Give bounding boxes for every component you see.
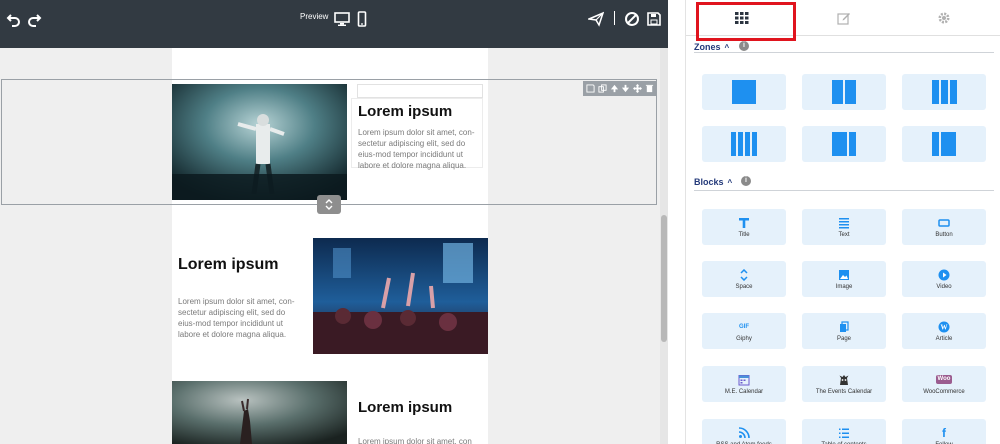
block-label: Page xyxy=(836,335,851,342)
editor-toolbar: Preview xyxy=(0,0,668,48)
video-icon xyxy=(938,269,950,281)
editor-scrollbar[interactable] xyxy=(660,48,668,444)
zone-wide-narrow[interactable] xyxy=(802,126,886,162)
giphy-icon: GIF xyxy=(739,323,749,330)
send-icon[interactable] xyxy=(586,9,606,29)
redo-icon[interactable] xyxy=(24,9,44,29)
block-m-e-calendar[interactable]: M.E. Calendar xyxy=(702,366,786,402)
block-article[interactable]: W Article xyxy=(902,313,986,349)
undo-icon[interactable] xyxy=(4,9,24,29)
rss-icon xyxy=(738,426,750,439)
block-label: The Events Calendar xyxy=(815,388,873,395)
cancel-icon[interactable] xyxy=(622,9,642,29)
row-2-paragraph[interactable]: Lorem ipsum dolor sit amet, con-sectetur… xyxy=(178,296,302,340)
zones-divider xyxy=(694,52,994,53)
concert-photo-3[interactable] xyxy=(172,381,347,444)
block-label: Image xyxy=(835,283,853,290)
move-down-icon[interactable] xyxy=(621,84,631,94)
row-3-heading[interactable]: Lorem ipsum xyxy=(358,399,452,416)
block-woocommerce[interactable]: Woo WooCommerce xyxy=(902,366,986,402)
zone-1-column[interactable] xyxy=(702,74,786,110)
toc-icon xyxy=(838,427,850,439)
svg-text:W: W xyxy=(941,323,948,331)
block-title[interactable]: Title xyxy=(702,209,786,245)
blocks-section-toggle[interactable]: Blocks ^ xyxy=(694,177,732,187)
row-2-heading[interactable]: Lorem ipsum xyxy=(178,256,278,274)
button-icon xyxy=(938,217,950,229)
row-3-paragraph[interactable]: Lorem ipsum dolor sit amet, con xyxy=(358,436,482,444)
image-icon xyxy=(838,269,850,281)
wordpress-icon: W xyxy=(938,321,950,333)
chevron-up-icon: ^ xyxy=(727,177,733,187)
gear-icon[interactable] xyxy=(934,8,954,28)
concert-photo-1[interactable] xyxy=(172,84,347,200)
block-video[interactable]: Video xyxy=(902,261,986,297)
save-icon[interactable] xyxy=(644,9,664,29)
zones-title: Zones xyxy=(694,42,721,52)
woocommerce-icon: Woo xyxy=(935,375,953,384)
mobile-icon[interactable] xyxy=(352,9,372,29)
row-1-paragraph[interactable]: Lorem ipsum dolor sit amet, con-sectetur… xyxy=(358,127,482,171)
block-giphy[interactable]: GIF Giphy xyxy=(702,313,786,349)
block-text[interactable]: Text xyxy=(802,209,886,245)
edit-icon[interactable] xyxy=(834,8,854,28)
zone-4-columns[interactable] xyxy=(702,126,786,162)
info-icon[interactable]: i xyxy=(739,41,749,51)
chevron-up-icon: ^ xyxy=(724,42,730,52)
block-space[interactable]: Space xyxy=(702,261,786,297)
duplicate-row-icon[interactable] xyxy=(597,84,607,94)
email-editor: Preview Lorem ipsum Lorem ipsum dolor si… xyxy=(0,0,668,444)
zone-3-columns[interactable] xyxy=(902,74,986,110)
block-label: Giphy xyxy=(736,335,752,342)
block-label: Article xyxy=(935,335,953,342)
block-button[interactable]: Button xyxy=(902,209,986,245)
save-row-icon[interactable] xyxy=(586,84,596,94)
resize-handle[interactable] xyxy=(317,195,341,214)
block-follow[interactable]: fFollow xyxy=(902,419,986,444)
space-icon xyxy=(738,268,750,281)
zones-section-toggle[interactable]: Zones ^ xyxy=(694,42,729,52)
info-icon[interactable]: i xyxy=(741,176,751,186)
concert-photo-2[interactable] xyxy=(313,238,488,354)
side-panel: Zones ^ i Blocks ^ i Title Text Button S… xyxy=(685,0,1000,444)
zone-narrow-wide[interactable] xyxy=(902,126,986,162)
events-calendar-icon xyxy=(838,374,850,386)
block-the-events-calendar[interactable]: The Events Calendar xyxy=(802,366,886,402)
drag-move-icon[interactable] xyxy=(632,84,642,94)
block-image[interactable]: Image xyxy=(802,261,886,297)
block-label: WooCommerce xyxy=(923,388,965,395)
move-up-icon[interactable] xyxy=(609,84,619,94)
block-label: Button xyxy=(935,231,953,238)
preview-label: Preview xyxy=(300,12,329,21)
block-table-of-contents[interactable]: Table of contents xyxy=(802,419,886,444)
empty-text-block[interactable] xyxy=(357,84,483,98)
desktop-icon[interactable] xyxy=(332,9,352,29)
tab-highlight-box xyxy=(696,2,796,41)
blocks-divider xyxy=(694,190,994,191)
delete-row-icon[interactable] xyxy=(644,84,654,94)
row-toolbar xyxy=(583,81,657,96)
calendar-icon xyxy=(738,374,750,386)
block-label: Text xyxy=(838,231,850,238)
block-label: Space xyxy=(735,283,753,290)
block-label: M.E. Calendar xyxy=(724,388,764,395)
toolbar-divider xyxy=(614,11,615,25)
block-label: Title xyxy=(738,231,750,238)
app: Preview Lorem ipsum Lorem ipsum dolor si… xyxy=(0,0,1000,444)
text-icon xyxy=(838,217,850,229)
block-rss-and-atom-feeds[interactable]: RSS and Atom feeds xyxy=(702,419,786,444)
block-label: Video xyxy=(936,283,952,290)
title-icon xyxy=(738,217,750,229)
blocks-title: Blocks xyxy=(694,177,724,187)
page-icon xyxy=(838,320,850,333)
facebook-icon: f xyxy=(942,425,946,440)
row-1-heading[interactable]: Lorem ipsum xyxy=(358,103,452,120)
zone-2-columns[interactable] xyxy=(802,74,886,110)
scrollbar-thumb[interactable] xyxy=(661,215,667,342)
block-page[interactable]: Page xyxy=(802,313,886,349)
